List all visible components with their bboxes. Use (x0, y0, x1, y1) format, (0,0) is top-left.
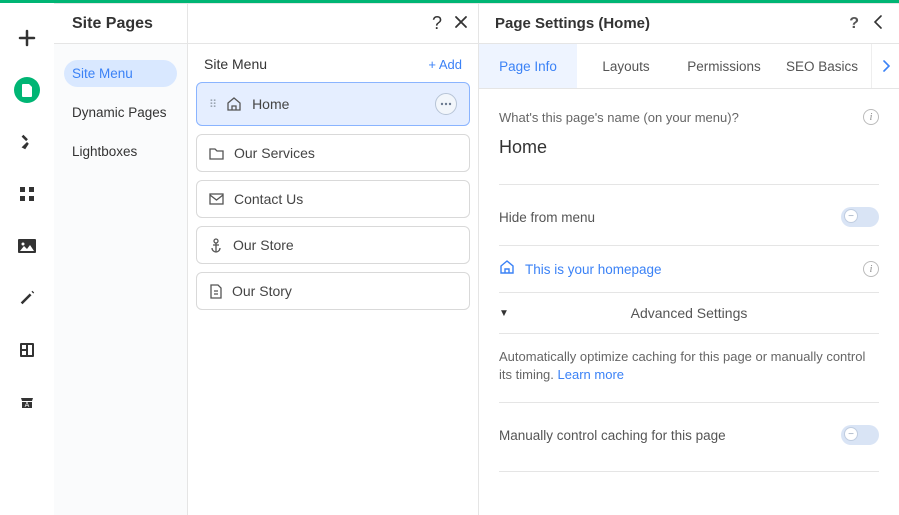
info-icon[interactable]: i (863, 261, 879, 277)
homepage-message: This is your homepage (525, 262, 662, 277)
add-page-link[interactable]: + Add (428, 57, 462, 72)
page-label: Our Store (233, 237, 294, 253)
anchor-icon (209, 238, 223, 253)
nav-lightboxes[interactable]: Lightboxes (64, 138, 177, 165)
page-label: Our Story (232, 283, 292, 299)
page-item-contact-us[interactable]: Contact Us (196, 180, 470, 218)
page-name-question: What's this page's name (on your menu)? (499, 110, 739, 125)
manual-caching-label: Manually control caching for this page (499, 428, 726, 443)
tab-page-info[interactable]: Page Info (479, 44, 577, 88)
advanced-settings-header[interactable]: ▼ Advanced Settings (499, 293, 879, 334)
pages-icon[interactable] (14, 77, 40, 103)
site-menu-panel: ? Site Menu + Add ⠿ Home Our Services (188, 3, 478, 515)
page-settings-title: Page Settings (Home) (495, 15, 650, 32)
tab-permissions[interactable]: Permissions (675, 44, 773, 88)
tab-layouts[interactable]: Layouts (577, 44, 675, 88)
page-icon (209, 284, 222, 299)
settings-tabs: Page Info Layouts Permissions SEO Basics (479, 44, 899, 89)
drag-handle-icon[interactable]: ⠿ (209, 98, 216, 111)
apps-icon[interactable] (14, 181, 40, 207)
page-label: Contact Us (234, 191, 303, 207)
site-pages-panel: Site Pages Site Menu Dynamic Pages Light… (54, 3, 188, 515)
hide-from-menu-label: Hide from menu (499, 210, 595, 225)
envelope-icon (209, 193, 224, 205)
caching-description: Automatically optimize caching for this … (499, 334, 879, 390)
help-icon[interactable]: ? (849, 15, 859, 33)
nav-site-menu[interactable]: Site Menu (64, 60, 177, 87)
hide-from-menu-toggle[interactable]: − (841, 207, 879, 227)
page-item-our-services[interactable]: Our Services (196, 134, 470, 172)
learn-more-link[interactable]: Learn more (558, 367, 624, 382)
blog-icon[interactable] (14, 285, 40, 311)
page-name-input[interactable]: Home (499, 137, 879, 172)
nav-dynamic-pages[interactable]: Dynamic Pages (64, 99, 177, 126)
folder-icon (209, 147, 224, 160)
tabs-scroll-right-icon[interactable] (871, 44, 899, 88)
page-label: Home (252, 96, 289, 112)
close-icon[interactable] (454, 13, 468, 34)
site-menu-heading: Site Menu (204, 56, 267, 72)
home-icon (499, 260, 515, 278)
caret-down-icon: ▼ (499, 308, 509, 319)
tool-rail: A (0, 3, 54, 515)
page-more-icon[interactable] (435, 93, 457, 115)
add-icon[interactable] (14, 25, 40, 51)
info-icon[interactable]: i (863, 109, 879, 125)
page-item-our-store[interactable]: Our Store (196, 226, 470, 264)
svg-text:A: A (25, 402, 30, 409)
store-icon[interactable]: A (14, 389, 40, 415)
manual-caching-toggle[interactable]: − (841, 425, 879, 445)
page-item-home[interactable]: ⠿ Home (196, 82, 470, 126)
site-pages-title: Site Pages (54, 4, 187, 44)
back-icon[interactable] (873, 15, 883, 33)
page-label: Our Services (234, 145, 315, 161)
page-item-our-story[interactable]: Our Story (196, 272, 470, 310)
tab-seo-basics[interactable]: SEO Basics (773, 44, 871, 88)
media-icon[interactable] (14, 233, 40, 259)
design-icon[interactable] (14, 129, 40, 155)
home-icon (226, 97, 242, 112)
data-icon[interactable] (14, 337, 40, 363)
help-icon[interactable]: ? (432, 13, 442, 34)
page-settings-panel: Page Settings (Home) ? Page Info Layouts… (478, 3, 899, 515)
